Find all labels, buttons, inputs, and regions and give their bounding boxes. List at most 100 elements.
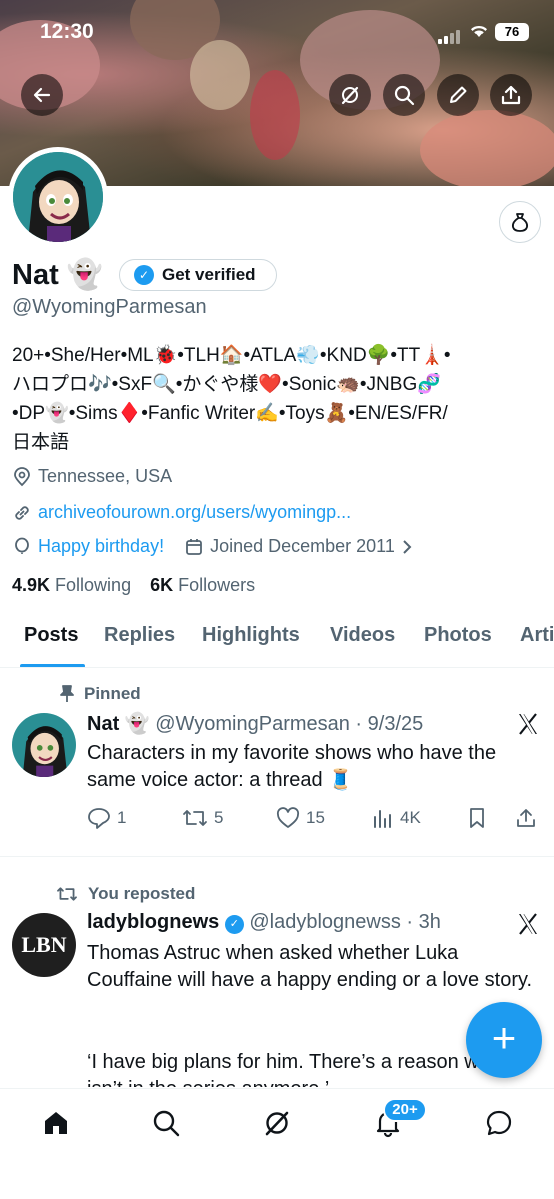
- website-link[interactable]: archiveofourown.org/users/wyomingp...: [38, 502, 351, 523]
- chat-bubble-icon: [486, 1110, 512, 1136]
- location-text: Tennessee, USA: [38, 466, 173, 486]
- context-label: You reposted: [88, 884, 196, 903]
- search-icon: [394, 85, 415, 106]
- pencil-icon: [450, 86, 467, 103]
- following-link[interactable]: 4.9K Following: [12, 575, 131, 595]
- money-bag-icon: [511, 213, 529, 232]
- post-handle-date: @ladyblognewss · 3h: [249, 911, 441, 933]
- post-avatar[interactable]: LBN: [12, 913, 76, 977]
- avatar-illustration: [13, 152, 103, 242]
- bottom-navigation: [0, 1088, 554, 1199]
- tab-photos[interactable]: Photos: [424, 624, 492, 647]
- grok-icon: [265, 1111, 289, 1136]
- followers-label: Followers: [178, 575, 256, 595]
- status-bar: 12:30 76: [0, 0, 554, 66]
- followers-count: 6K: [150, 575, 174, 595]
- x-logo-icon[interactable]: [516, 912, 540, 936]
- profile-bio: 20+•She/Her•ML🐞•TLH🏠•ATLA💨•KND🌳•TT🗼• ハロプ…: [12, 341, 542, 457]
- bookmark-icon: [470, 808, 484, 828]
- search-profile-button[interactable]: [383, 74, 425, 116]
- repost-count: 5: [214, 808, 224, 827]
- calendar-icon: [186, 538, 202, 555]
- post-header: ladyblognews ✓ @ladyblognewss · 3h: [87, 911, 441, 934]
- grok-button[interactable]: [329, 74, 371, 116]
- more-options-button[interactable]: [499, 201, 541, 243]
- wifi-icon: [471, 25, 487, 37]
- post-actions: 1 5 15 4K: [87, 807, 542, 831]
- post-text[interactable]: Thomas Astruc when asked whether Luka Co…: [87, 940, 542, 994]
- back-button[interactable]: [21, 74, 63, 116]
- search-icon: [153, 1110, 180, 1137]
- balloon-icon: [15, 537, 29, 554]
- edit-button[interactable]: [437, 74, 479, 116]
- views-count: 4K: [400, 808, 421, 827]
- reply-button[interactable]: 1: [87, 807, 126, 829]
- link-icon: [15, 505, 29, 520]
- profile-dates: Happy birthday! Joined December 2011: [12, 536, 413, 557]
- repost-icon: [57, 887, 77, 901]
- post-author-name[interactable]: Nat 👻: [87, 713, 150, 735]
- verified-check-icon: ✓: [224, 915, 244, 934]
- followers-link[interactable]: 6K Followers: [150, 575, 255, 595]
- profile-avatar[interactable]: [8, 147, 108, 247]
- get-verified-label: Get verified: [162, 265, 256, 284]
- nav-grok[interactable]: [257, 1103, 297, 1143]
- views-button[interactable]: 4K: [372, 807, 421, 829]
- post-avatar[interactable]: [12, 713, 76, 777]
- context-label: Pinned: [84, 684, 141, 703]
- pinned-context: Pinned: [60, 684, 141, 704]
- compose-post-button[interactable]: +: [466, 1002, 542, 1078]
- repost-icon: [183, 810, 207, 826]
- post-share-button[interactable]: [515, 807, 537, 829]
- follow-counts: 4.9K Following 6K Followers: [12, 575, 255, 596]
- tab-highlights[interactable]: Highlights: [202, 624, 300, 647]
- post-text[interactable]: Characters in my favorite shows who have…: [87, 740, 542, 794]
- post-handle-date: @WyomingParmesan · 9/3/25: [155, 713, 424, 735]
- cellular-signal-icon: [438, 26, 462, 44]
- bio-line: 日本語: [12, 432, 70, 453]
- nav-messages[interactable]: [479, 1103, 519, 1143]
- views-chart-icon: [374, 810, 391, 828]
- verified-check-icon: ✓: [134, 265, 154, 285]
- birthday-link[interactable]: Happy birthday!: [38, 536, 164, 557]
- active-tab-indicator: [20, 664, 85, 667]
- like-button[interactable]: 15: [276, 807, 325, 829]
- pin-icon: [60, 685, 74, 702]
- reply-icon: [88, 808, 110, 829]
- profile-link[interactable]: archiveofourown.org/users/wyomingp...: [12, 502, 351, 523]
- bio-line: •DP👻•Sims♦️•Fanfic Writer✍️•Toys🧸•EN/ES/…: [12, 403, 448, 424]
- get-verified-button[interactable]: ✓ Get verified: [119, 259, 277, 291]
- bio-line: 20+•She/Her•ML🐞•TLH🏠•ATLA💨•KND🌳•TT🗼•: [12, 345, 451, 366]
- profile-location: Tennessee, USA: [12, 466, 172, 487]
- tab-replies[interactable]: Replies: [104, 624, 175, 647]
- joined-date: Joined December 2011: [210, 536, 395, 556]
- post-author-name[interactable]: ladyblognews: [87, 911, 219, 933]
- tab-articles[interactable]: Arti: [520, 624, 554, 647]
- notifications-badge: 20+: [383, 1098, 427, 1122]
- following-label: Following: [55, 575, 132, 595]
- nav-explore[interactable]: [146, 1103, 186, 1143]
- profile-tabs: Posts Replies Highlights Videos Photos A…: [0, 604, 554, 668]
- bookmark-button[interactable]: [467, 807, 487, 829]
- repost-button[interactable]: 5: [182, 807, 223, 829]
- heart-icon: [276, 807, 300, 828]
- share-icon: [501, 85, 521, 105]
- chevron-right-icon[interactable]: [401, 539, 413, 555]
- following-count: 4.9K: [12, 575, 51, 595]
- bio-line: ハロプロ🎶•SxF🔍•かぐや様❤️•Sonic🦔•JNBG🧬: [12, 374, 441, 395]
- arrow-left-icon: [33, 87, 51, 103]
- x-logo-icon[interactable]: [516, 712, 540, 736]
- reply-count: 1: [117, 808, 127, 827]
- location-pin-icon: [14, 466, 30, 486]
- share-button[interactable]: [490, 74, 532, 116]
- home-icon: [45, 1112, 67, 1134]
- tab-videos[interactable]: Videos: [330, 624, 395, 647]
- like-count: 15: [306, 808, 325, 827]
- nav-home[interactable]: [36, 1103, 76, 1143]
- profile-handle: @WyomingParmesan: [12, 296, 207, 318]
- grok-icon: [341, 86, 359, 105]
- repost-context: You reposted: [56, 884, 195, 904]
- battery-indicator: 76: [495, 23, 529, 41]
- share-icon: [517, 809, 535, 827]
- tab-posts[interactable]: Posts: [24, 624, 78, 647]
